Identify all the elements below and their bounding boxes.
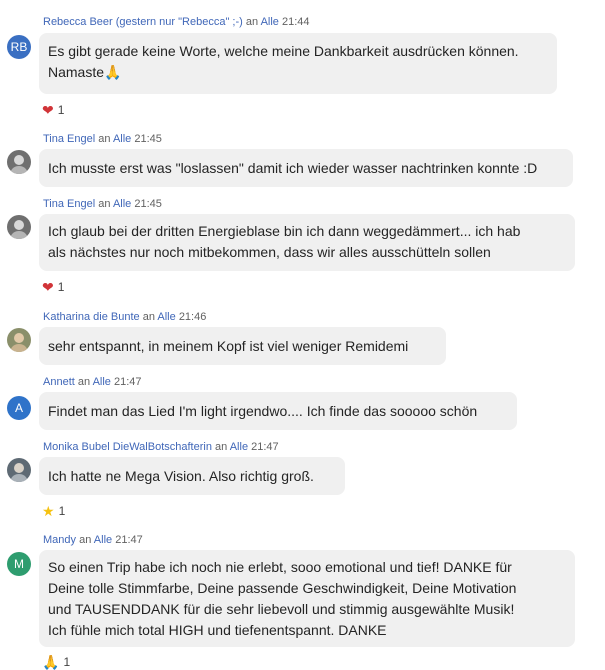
heart-icon: ❤	[42, 279, 54, 295]
message-header: Monika Bubel DieWalBotschafterin an Alle…	[43, 441, 279, 453]
user-photo-icon	[10, 463, 28, 482]
audience-label: Alle	[112, 198, 132, 210]
audience-label: Alle	[260, 16, 279, 28]
timestamp: 21:45	[134, 198, 162, 210]
message-header: Rebecca Beer (gestern nur "Rebecca" ;-) …	[43, 16, 310, 28]
message-text: So einen Trip habe ich noch nie erlebt, …	[48, 559, 512, 575]
avatar[interactable]	[7, 458, 31, 482]
avatar[interactable]: M	[7, 552, 31, 576]
timestamp: 21:45	[134, 133, 162, 145]
timestamp: 21:44	[281, 16, 310, 28]
message-bubble[interactable]: sehr entspannt, in meinem Kopf ist viel …	[39, 327, 446, 365]
message-text: und TAUSENDDANK für die sehr liebevoll u…	[48, 601, 515, 617]
message-bubble[interactable]: Ich hatte ne Mega Vision. Also richtig g…	[39, 457, 345, 495]
message-text: Es gibt gerade keine Worte, welche meine…	[48, 43, 519, 59]
sender-name[interactable]: Tina Engel	[43, 198, 95, 210]
audience-separator: an	[77, 376, 91, 388]
message-bubble[interactable]: Es gibt gerade keine Worte, welche meine…	[39, 33, 557, 94]
message-text: Ich glaub bei der dritten Energieblase b…	[48, 223, 521, 239]
avatar[interactable]	[7, 150, 31, 174]
reaction-count: 1	[58, 504, 66, 518]
message-text: Namaste🙏	[48, 64, 122, 80]
message-bubble[interactable]: So einen Trip habe ich noch nie erlebt, …	[39, 550, 575, 647]
reaction-count: 1	[57, 103, 65, 117]
reaction[interactable]: 🙏 1	[42, 655, 70, 669]
message-header: Katharina die Bunte an Alle 21:46	[43, 311, 206, 323]
reaction[interactable]: ★ 1	[42, 504, 65, 518]
message-bubble[interactable]: Ich musste erst was "loslassen" damit ic…	[39, 149, 573, 187]
user-photo-icon	[10, 333, 28, 352]
reaction[interactable]: ❤ 1	[42, 103, 64, 117]
message-bubble[interactable]: Ich glaub bei der dritten Energieblase b…	[39, 214, 575, 271]
audience-separator: an	[142, 311, 155, 323]
sender-name[interactable]: Annett	[43, 376, 75, 388]
user-photo-icon	[10, 220, 28, 239]
sender-name[interactable]: Rebecca Beer (gestern nur "Rebecca" ;-)	[43, 16, 243, 28]
audience-separator: an	[79, 534, 92, 546]
audience-label: Alle	[229, 441, 249, 453]
timestamp: 21:47	[115, 534, 143, 546]
sender-name[interactable]: Mandy	[43, 534, 76, 546]
audience-separator: an	[245, 16, 259, 28]
reaction[interactable]: ❤ 1	[42, 280, 64, 294]
message-header: Mandy an Alle 21:47	[43, 534, 143, 546]
audience-separator: an	[98, 198, 111, 210]
audience-label: Alle	[92, 376, 111, 388]
message-text: sehr entspannt, in meinem Kopf ist viel …	[48, 338, 409, 354]
user-photo-icon	[10, 155, 28, 174]
audience-label: Alle	[112, 133, 132, 145]
sender-name[interactable]: Tina Engel	[43, 133, 95, 145]
timestamp: 21:47	[251, 441, 279, 453]
audience-label: Alle	[93, 534, 113, 546]
message-bubble[interactable]: Findet man das Lied I'm light irgendwo..…	[39, 392, 517, 430]
heart-icon: ❤	[42, 102, 54, 118]
audience-label: Alle	[157, 311, 176, 323]
message-text: Ich hatte ne Mega Vision. Also richtig g…	[48, 468, 314, 484]
audience-separator: an	[98, 133, 111, 145]
folded-hands-icon: 🙏	[42, 654, 60, 670]
reaction-count: 1	[57, 280, 65, 294]
message-text: als nächstes nur noch mitbekommen, dass …	[48, 244, 491, 260]
avatar[interactable]: A	[7, 396, 31, 420]
message-text: Findet man das Lied I'm light irgendwo..…	[48, 403, 478, 419]
sender-name[interactable]: Monika Bubel DieWalBotschafterin	[43, 441, 212, 453]
avatar[interactable]	[7, 215, 31, 239]
message-header: Tina Engel an Alle 21:45	[43, 198, 162, 210]
message-header: Annett an Alle 21:47	[43, 376, 142, 388]
message-header: Tina Engel an Alle 21:45	[43, 133, 162, 145]
avatar[interactable]: RB	[7, 35, 31, 59]
reaction-count: 1	[63, 655, 71, 669]
message-text: Deine tolle Stimmfarbe, Deine passende G…	[48, 580, 517, 596]
timestamp: 21:46	[178, 311, 207, 323]
avatar[interactable]	[7, 328, 31, 352]
timestamp: 21:47	[113, 376, 142, 388]
message-text: Ich musste erst was "loslassen" damit ic…	[48, 160, 538, 176]
message-text: Ich fühle mich total HIGH und tiefenents…	[48, 622, 387, 638]
sender-name[interactable]: Katharina die Bunte	[43, 311, 140, 323]
audience-separator: an	[215, 441, 228, 453]
star-icon: ★	[42, 503, 55, 519]
